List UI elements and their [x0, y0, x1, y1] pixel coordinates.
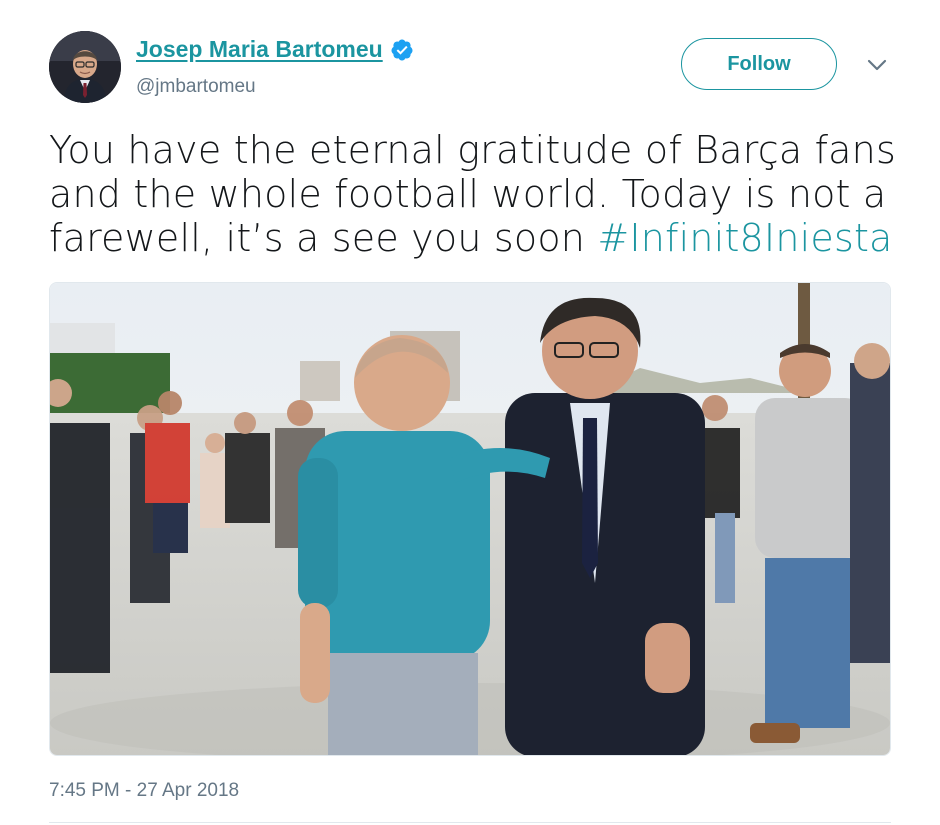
author-handle[interactable]: @jmbartomeu [136, 76, 256, 98]
tweet-photo[interactable] [49, 282, 891, 756]
avatar-image [49, 31, 121, 103]
verified-badge-icon [391, 39, 413, 60]
author-name-row[interactable]: Josep Maria Bartomeu [136, 36, 414, 63]
chevron-down-icon[interactable] [866, 58, 888, 72]
avatar[interactable] [49, 31, 121, 103]
follow-button[interactable]: Follow [681, 38, 837, 90]
tweet-timestamp[interactable]: 7:45 PM - 27 Apr 2018 [49, 780, 239, 802]
hashtag-link[interactable]: #Infinit8Iniesta [597, 216, 892, 260]
divider [49, 822, 891, 823]
tweet-text: You have the eternal gratitude of Barça … [49, 128, 909, 260]
author-display-name[interactable]: Josep Maria Bartomeu [136, 36, 383, 63]
photo-scene [50, 283, 890, 755]
